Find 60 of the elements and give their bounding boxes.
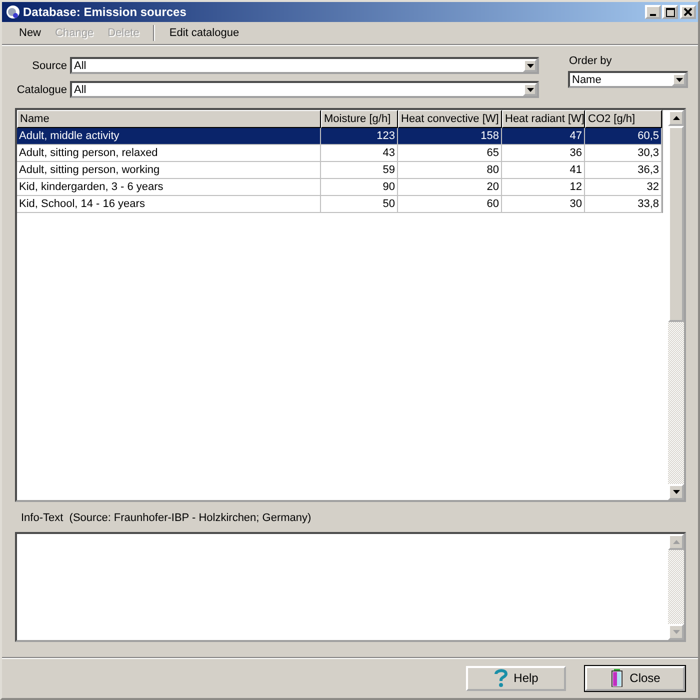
- help-button[interactable]: Help: [466, 666, 566, 690]
- table-cell[interactable]: 59: [321, 162, 398, 179]
- table-cell[interactable]: 60: [398, 196, 502, 213]
- scrollbar[interactable]: [668, 110, 684, 500]
- maximize-icon: [666, 8, 674, 16]
- table-cell[interactable]: 41: [502, 162, 585, 179]
- app-icon: [6, 5, 20, 19]
- close-icon: [684, 8, 692, 16]
- table-cell[interactable]: 47: [502, 128, 585, 145]
- table-cell[interactable]: 32: [585, 179, 662, 196]
- table-cell[interactable]: 50: [321, 196, 398, 213]
- table-cell[interactable]: 36: [502, 145, 585, 162]
- table-cell[interactable]: 60,5: [585, 128, 662, 145]
- dropdown-arrow-icon: [526, 88, 534, 92]
- table-cell[interactable]: 80: [398, 162, 502, 179]
- table-cell[interactable]: 36,3: [585, 162, 662, 179]
- table-cell[interactable]: 90: [321, 179, 398, 196]
- dropdown-field[interactable]: Name: [568, 71, 688, 88]
- menu-item[interactable]: New: [12, 27, 48, 39]
- scrollbar[interactable]: [668, 534, 684, 640]
- menu-item[interactable]: Edit catalogue: [162, 27, 246, 39]
- table-cell[interactable]: Kid, kindergarden, 3 - 6 years: [17, 179, 321, 196]
- dropdown-arrow-icon: [526, 64, 534, 68]
- scroll-down-icon: [672, 490, 680, 494]
- column-header[interactable]: Moisture [g/h]: [321, 110, 398, 128]
- table-cell[interactable]: Adult, sitting person, working: [17, 162, 321, 179]
- field-label: Catalogue: [16, 84, 68, 96]
- door-icon: [610, 669, 624, 687]
- scroll-up-icon: [672, 540, 680, 544]
- minimize-button[interactable]: [645, 5, 661, 19]
- scroll-down-icon: [672, 630, 680, 634]
- dropdown-field[interactable]: All: [70, 57, 539, 74]
- info-label: Info-Text (Source: Fraunhofer-IBP - Holzkirchen; Germany): [20, 512, 312, 526]
- table-cell[interactable]: 30: [502, 196, 585, 213]
- field-label: Order by: [568, 55, 613, 67]
- window-title: Database: Emission sources: [23, 5, 188, 19]
- maximize-button[interactable]: [662, 5, 678, 19]
- dropdown-arrow-icon: [676, 78, 682, 82]
- column-header[interactable]: Heat convective [W]: [398, 110, 502, 128]
- table-cell[interactable]: 20: [398, 179, 502, 196]
- table-cell[interactable]: 30,3: [585, 145, 662, 162]
- question-mark-icon: [494, 669, 508, 687]
- info-text-area[interactable]: [15, 532, 686, 642]
- table-cell[interactable]: 12: [502, 179, 585, 196]
- field-label: Source: [31, 60, 68, 72]
- table-cell[interactable]: 33,8: [585, 196, 662, 213]
- column-header[interactable]: CO2 [g/h]: [585, 110, 662, 128]
- table-cell[interactable]: 65: [398, 145, 502, 162]
- table-cell[interactable]: 123: [321, 128, 398, 145]
- table-cell[interactable]: Kid, School, 14 - 16 years: [17, 196, 321, 213]
- scroll-up-icon: [672, 116, 680, 120]
- table-cell[interactable]: Adult, sitting person, relaxed: [17, 145, 321, 162]
- close-button[interactable]: Close: [585, 666, 685, 690]
- table-cell[interactable]: 158: [398, 128, 502, 145]
- column-header[interactable]: Heat radiant [W]: [502, 110, 585, 128]
- close-button[interactable]: [680, 5, 696, 19]
- table-cell[interactable]: 43: [321, 145, 398, 162]
- column-header[interactable]: Name: [17, 110, 321, 128]
- dropdown-field[interactable]: All: [70, 81, 539, 98]
- table-cell[interactable]: Adult, middle activity: [17, 128, 321, 145]
